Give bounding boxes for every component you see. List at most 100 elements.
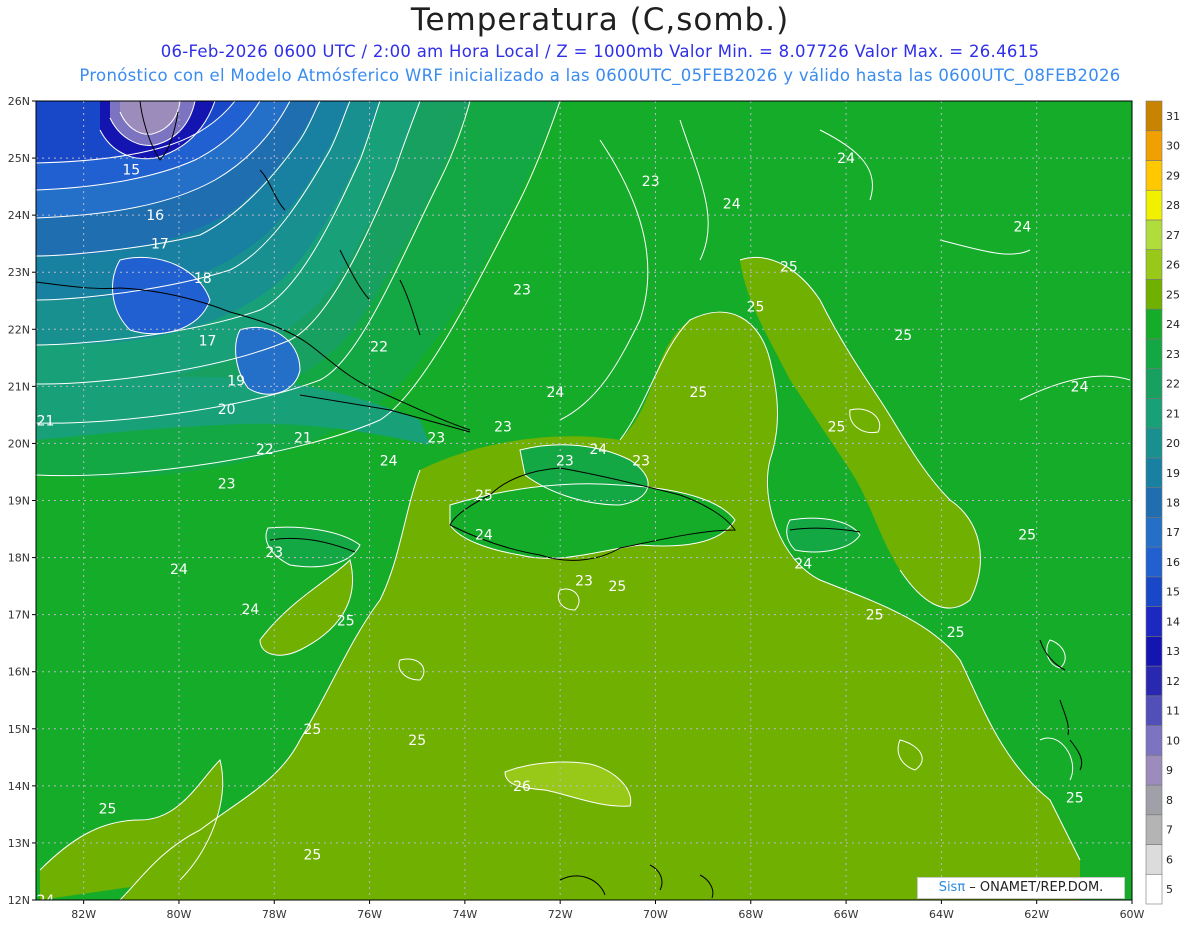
colorbar-label: 30 [1166,140,1180,153]
contour-label: 24 [475,528,493,544]
colorbar-swatch [1145,338,1163,369]
colorbar-swatch [1145,398,1163,429]
contour-label: 25 [894,328,912,344]
contour-label: 23 [513,282,531,298]
colorbar-swatch [1145,546,1163,578]
colorbar-swatch [1145,427,1163,459]
lon-tick-label: 78W [262,908,287,921]
colorbar-label: 10 [1166,734,1180,747]
contour-label: 25 [866,608,884,624]
lon-tick-label: 82W [71,908,96,921]
colorbar-swatch [1145,130,1163,161]
lon-tick-label: 70W [643,908,668,921]
lat-tick-label: 26N [8,95,30,108]
colorbar-swatch [1145,279,1163,310]
contour-label: 25 [947,625,965,641]
lat-tick-label: 25N [8,152,30,165]
lon-tick-label: 60W [1120,908,1145,921]
contour-label: 25 [303,722,321,738]
contour-label: 24 [242,602,260,618]
lat-tick-label: 22N [8,323,30,336]
contour-label: 25 [475,488,493,504]
lat-tick-label: 18N [8,552,30,565]
credit-text: – ONAMET/REP.DOM. [965,880,1104,895]
contour-label: 21 [294,431,312,447]
lon-tick-label: 66W [834,908,859,921]
colorbar-swatch [1145,487,1163,518]
colorbar-label: 11 [1166,705,1180,718]
colorbar-swatch [1145,873,1163,905]
contour-label: 19 [227,374,245,390]
contour-label: 23 [265,545,283,561]
contour-label: 23 [218,476,236,492]
colorbar-label: 27 [1166,229,1180,242]
colorbar-swatch [1145,517,1163,548]
colorbar-swatch [1145,219,1163,251]
colorbar-label: 16 [1166,556,1180,569]
colorbar-label: 14 [1166,615,1180,628]
contour-label: 24 [1071,379,1089,395]
contour-label: 23 [556,454,574,470]
colorbar-label: 9 [1166,764,1173,777]
colorbar-label: 7 [1166,824,1173,837]
contour-label: 25 [408,733,426,749]
contour-label: 23 [632,454,650,470]
contour-label: 26 [513,779,531,795]
colorbar-label: 12 [1166,675,1180,688]
colorbar-label: 29 [1166,169,1180,182]
contour-label: 23 [427,431,445,447]
colorbar-label: 21 [1166,407,1180,420]
colorbar-swatch [1145,784,1163,816]
colorbar-swatch [1145,636,1163,667]
contour-label: 25 [337,613,355,629]
lat-tick-label: 20N [8,437,30,450]
contour-label: 24 [37,893,55,909]
colorbar-label: 24 [1166,318,1180,331]
temperature-map: 15 16 17 18 17 19 20 21 22 21 23 24 23 24 25 25 25 25 24 22… [8,95,1180,921]
contour-label: 23 [642,174,660,190]
colorbar-swatch [1145,308,1163,340]
contour-label: 24 [837,151,855,167]
latitude-axis: 26N 25N 24N 23N 22N 21N 20N 19N 18N 17N 16N 15N 14N 1… [8,95,36,907]
lat-tick-label: 24N [8,209,30,222]
contour-label: 21 [37,414,55,430]
contour-label: 25 [689,385,707,401]
colorbar-swatch [1145,814,1163,845]
credit-brand: Sisπ [938,880,966,895]
lon-tick-label: 62W [1024,908,1049,921]
contour-label: 25 [1018,528,1036,544]
lon-tick-label: 64W [929,908,954,921]
contour-label: 15 [122,162,140,178]
temperature-colorbar: 5 6 7 8 9 10 11 12 13 14 15 16 17 18 19 20 21 22 23 24 25 26 2… [1145,100,1180,905]
colorbar-swatch [1145,665,1163,697]
contour-label: 24 [794,556,812,572]
colorbar-swatch [1145,844,1163,875]
lon-tick-label: 80W [167,908,192,921]
contour-label: 24 [723,197,741,213]
contour-label: 25 [747,299,765,315]
colorbar-swatch [1145,754,1163,786]
contour-label: 17 [151,237,169,253]
contour-label: 16 [146,208,164,224]
lon-tick-label: 76W [357,908,382,921]
contour-label: 23 [575,573,593,589]
lat-tick-label: 23N [8,266,30,279]
contour-label: 25 [303,847,321,863]
contour-label: 25 [780,260,798,276]
colorbar-label: 22 [1166,378,1180,391]
colorbar-label: 13 [1166,645,1180,658]
colorbar-label: 15 [1166,586,1180,599]
contour-label: 24 [1013,220,1031,236]
contour-label: 25 [99,802,117,818]
contour-label: 22 [256,442,274,458]
contour-label: 24 [546,385,564,401]
contour-label: 23 [494,419,512,435]
colorbar-swatch [1145,249,1163,280]
lat-tick-label: 17N [8,609,30,622]
colorbar-label: 26 [1166,259,1180,272]
colorbar-label: 17 [1166,526,1180,539]
lon-tick-label: 68W [738,908,763,921]
colorbar-label: 5 [1166,883,1173,896]
contour-label: 20 [218,402,236,418]
lat-tick-label: 12N [8,894,30,907]
